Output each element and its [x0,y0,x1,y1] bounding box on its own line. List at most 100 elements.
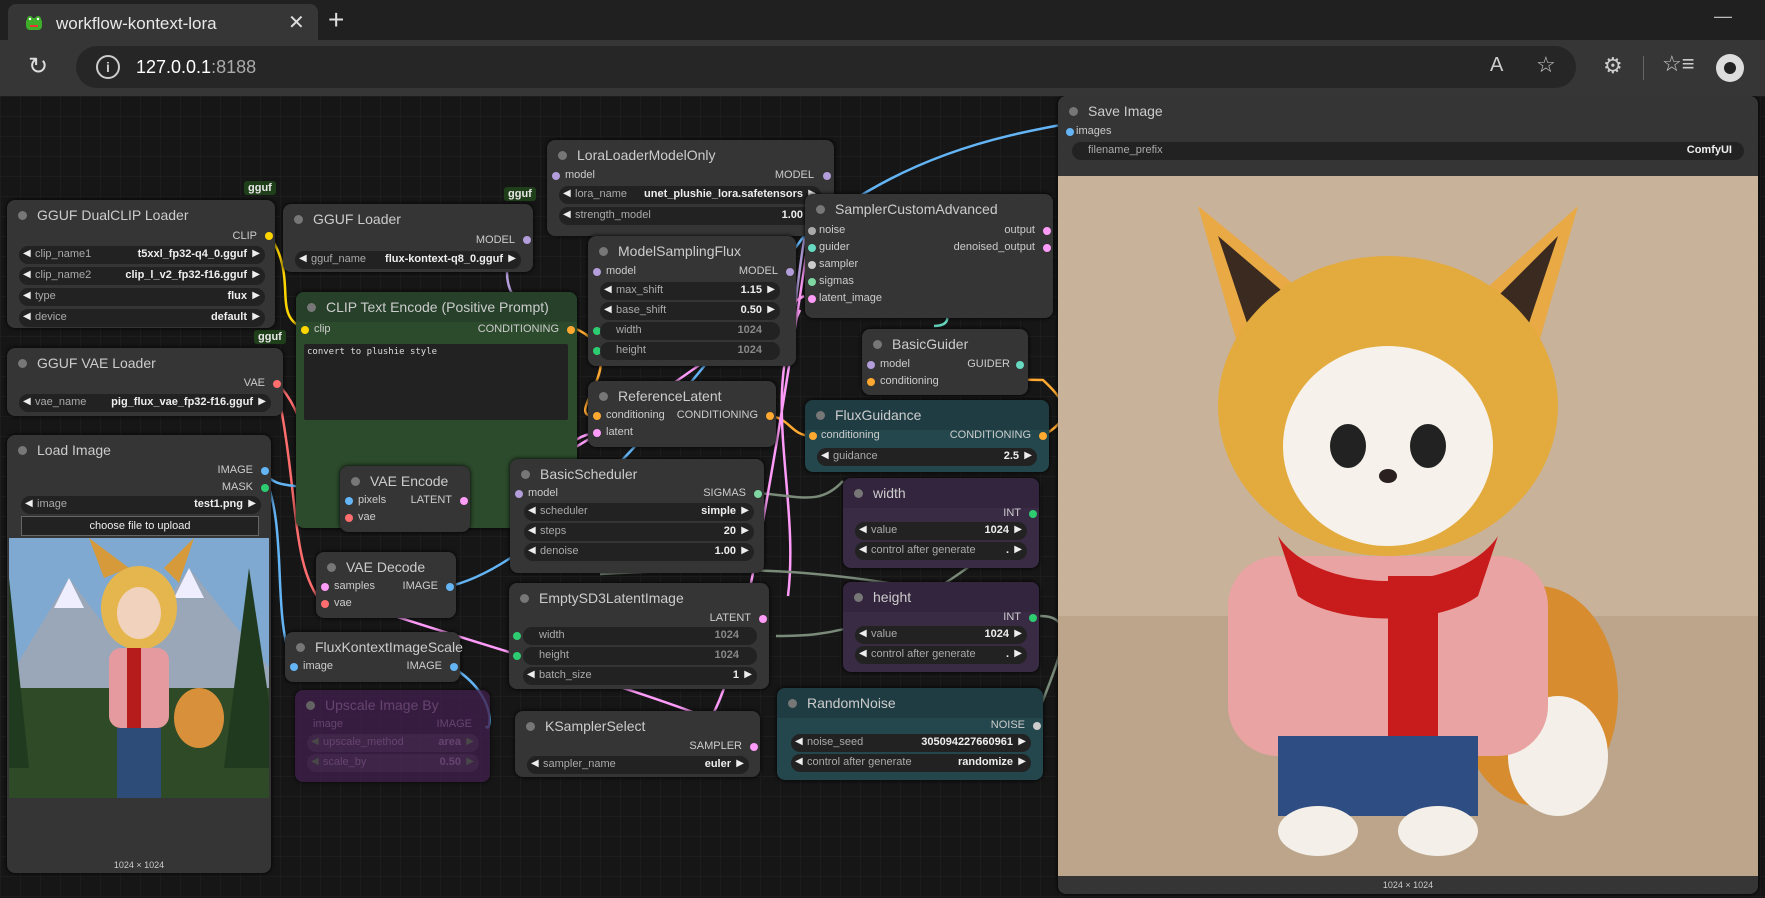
url-text[interactable]: 127.0.0.1:8188 [136,57,256,78]
input-socket[interactable] [808,295,816,303]
node-title[interactable]: EmptySD3LatentImage [509,583,769,613]
read-aloud-icon[interactable]: A [1490,54,1503,77]
input-socket[interactable] [867,361,875,369]
device-widget[interactable]: ◀ device default ▶ [19,309,265,327]
favorite-star-icon[interactable]: ☆ [1536,52,1556,78]
node-title[interactable]: height [843,582,1039,612]
new-tab-icon[interactable]: + [328,4,344,36]
noise-seed-widget[interactable]: ◀ noise_seed 305094227660961 ▶ [791,734,1031,752]
clip-name1-widget[interactable]: ◀ clip_name1 t5xxl_fp32-q4_0.gguf ▶ [19,246,265,264]
node-title[interactable]: SamplerCustomAdvanced [805,194,1053,224]
extensions-icon[interactable]: ⚙ [1603,53,1623,79]
output-socket[interactable] [766,412,774,420]
node-basic-guider[interactable]: BasicGuider model conditioning GUIDER [862,329,1028,395]
node-title[interactable]: BasicScheduler [510,459,764,489]
output-socket[interactable] [567,326,575,334]
output-socket[interactable] [460,497,468,505]
favorites-icon[interactable]: ☆≡ [1662,51,1695,77]
output-socket[interactable] [754,490,762,498]
node-title[interactable]: FluxGuidance [805,400,1049,430]
value-widget[interactable]: ◀ value 1024 ▶ [855,522,1027,540]
input-socket[interactable] [321,600,329,608]
input-socket[interactable] [321,583,329,591]
node-basic-scheduler[interactable]: BasicScheduler model SIGMAS ◀ scheduler si… [510,459,764,573]
vae-name-widget[interactable]: ◀ vae_name pig_flux_vae_fp32-f16.gguf ▶ [19,394,271,412]
node-title[interactable]: LoraLoaderModelOnly [547,140,834,170]
input-socket[interactable] [809,432,817,440]
base-shift-widget[interactable]: ◀ base_shift 0.50 ▶ [600,302,780,320]
width-widget[interactable]: width 1024 [523,627,757,645]
node-title[interactable]: Load Image [7,435,271,465]
close-tab-icon[interactable]: ✕ [288,10,305,35]
output-socket[interactable] [446,583,454,591]
output-socket[interactable] [261,467,269,475]
filename-prefix-widget[interactable]: filename_prefix ComfyUI [1072,142,1744,160]
node-title[interactable]: VAE Encode [340,466,470,496]
control-after-generate-widget[interactable]: ◀ control after generate randomize ▶ [791,754,1031,772]
address-bar[interactable]: i 127.0.0.1:8188 A ☆ [76,46,1576,88]
output-socket[interactable] [1029,510,1037,518]
clip-name2-widget[interactable]: ◀ clip_name2 clip_l_v2_fp32-f16.gguf ▶ [19,267,265,285]
input-socket[interactable] [808,244,816,252]
node-title[interactable]: GGUF VAE Loader [7,348,283,378]
node-title[interactable]: ReferenceLatent [588,381,776,411]
input-socket[interactable] [552,172,560,180]
site-info-icon[interactable]: i [96,55,120,79]
output-socket[interactable] [1039,432,1047,440]
input-socket[interactable] [345,497,353,505]
value-widget[interactable]: ◀ value 1024 ▶ [855,626,1027,644]
node-vae-encode[interactable]: VAE Encode pixels vae LATENT [340,466,470,532]
input-socket[interactable] [808,261,816,269]
node-flux-kontext-image-scale[interactable]: FluxKontextImageScale image IMAGE [285,632,463,682]
node-title[interactable]: GGUF Loader [283,204,533,234]
node-reference-latent[interactable]: ReferenceLatent conditioning latent COND… [588,381,776,447]
node-load-image[interactable]: Load Image IMAGE MASK ◀ image test1.png ▶ c… [7,435,271,873]
node-title[interactable]: VAE Decode [316,552,456,582]
node-gguf-vae-loader[interactable]: GGUF VAE Loader VAE ◀ vae_name pig_flux_va… [7,348,283,416]
node-save-image[interactable]: Save Image images filename_prefix ComfyU… [1058,96,1758,894]
node-upscale-image-by[interactable]: Upscale Image By image IMAGE ◀ upscale_me… [295,690,490,782]
width-widget[interactable]: width 1024 [600,322,780,340]
workflow-canvas[interactable]: Save Image images filename_prefix ComfyU… [0,96,1765,898]
scale-by-widget[interactable]: ◀ scale_by 0.50 ▶ [307,754,479,772]
upscale-method-widget[interactable]: ◀ upscale_method area ▶ [307,734,479,752]
guidance-widget[interactable]: ◀ guidance 2.5 ▶ [817,448,1037,466]
output-socket[interactable] [759,615,767,623]
node-title[interactable]: FluxKontextImageScale [285,632,463,662]
output-socket[interactable] [273,380,281,388]
node-title[interactable]: Save Image [1058,96,1758,126]
batch-size-widget[interactable]: ◀ batch_size 1 ▶ [523,667,757,685]
minimize-icon[interactable]: — [1714,6,1732,27]
input-socket[interactable] [301,326,309,334]
node-lora-loader[interactable]: LoraLoaderModelOnly model MODEL ◀ lora_na… [547,140,834,236]
reload-icon[interactable]: ↻ [28,52,48,81]
output-socket[interactable] [1033,722,1041,730]
input-socket[interactable] [593,412,601,420]
output-socket[interactable] [1043,244,1051,252]
image-widget[interactable]: ◀ image test1.png ▶ [21,496,261,514]
node-title[interactable]: width [843,478,1039,508]
type-widget[interactable]: ◀ type flux ▶ [19,288,265,306]
node-flux-guidance[interactable]: FluxGuidance conditioning CONDITIONING ◀… [805,400,1049,472]
node-ksampler-select[interactable]: KSamplerSelect SAMPLER ◀ sampler_name eule… [515,711,760,777]
node-height[interactable]: height INT ◀ value 1024 ▶ ◀ control after ge… [843,582,1039,672]
node-sampler-custom-advanced[interactable]: SamplerCustomAdvanced noise guider sampl… [805,194,1053,318]
node-title[interactable]: RandomNoise [777,688,1043,718]
node-gguf-loader[interactable]: GGUF Loader MODEL ◀ gguf_name flux-kontext… [283,204,533,272]
output-socket[interactable] [265,232,273,240]
height-widget[interactable]: height 1024 [600,342,780,360]
denoise-widget[interactable]: ◀ denoise 1.00 ▶ [524,543,754,561]
input-socket[interactable] [593,268,601,276]
node-title[interactable]: BasicGuider [862,329,1028,359]
choose-file-button[interactable]: choose file to upload [21,516,259,536]
node-gguf-dualclip-loader[interactable]: GGUF DualCLIP Loader CLIP ◀ clip_name1 t5x… [7,200,275,328]
output-socket[interactable] [1043,227,1051,235]
node-width[interactable]: width INT ◀ value 1024 ▶ ◀ control after gen… [843,478,1039,568]
output-socket[interactable] [261,484,269,492]
profile-avatar-icon[interactable] [1716,54,1744,82]
input-socket[interactable] [808,227,816,235]
input-socket[interactable] [1066,128,1074,136]
node-random-noise[interactable]: RandomNoise NOISE ◀ noise_seed 30509422766… [777,688,1043,780]
node-title[interactable]: ModelSamplingFlux [588,236,796,266]
lora-name-widget[interactable]: ◀ lora_name unet_plushie_lora.safetensors… [559,186,821,204]
